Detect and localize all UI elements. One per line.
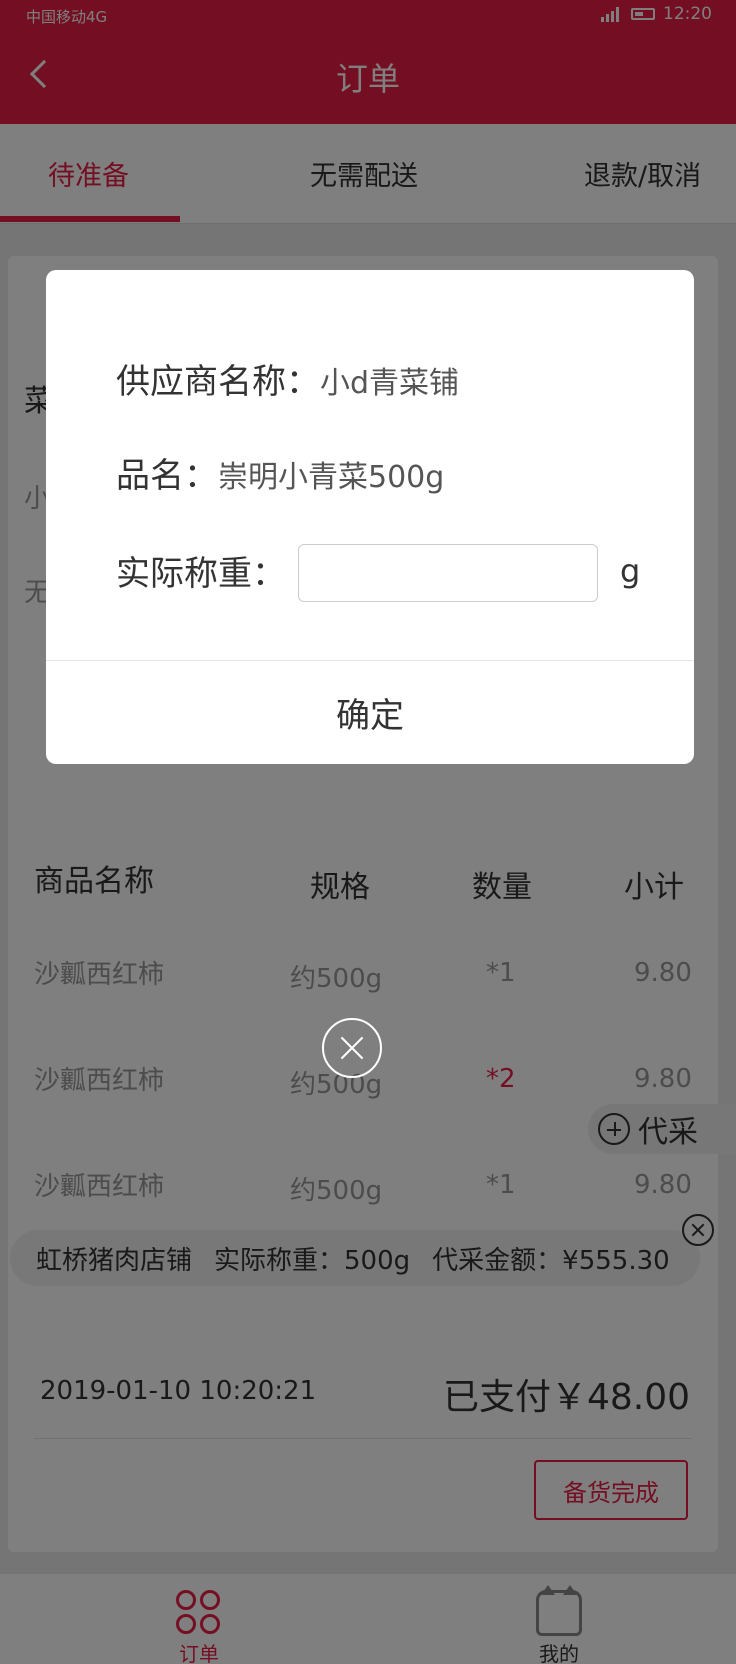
weight-input[interactable] <box>298 544 598 602</box>
product-row: 品名：崇明小青菜500g <box>116 448 444 497</box>
supplier-row: 供应商名称：小d青菜铺 <box>116 354 459 403</box>
confirm-button[interactable]: 确定 <box>46 661 694 764</box>
weight-dialog: 供应商名称：小d青菜铺 品名：崇明小青菜500g 实际称重： g 确定 <box>46 270 694 764</box>
weight-label: 实际称重： <box>116 554 286 594</box>
supplier-value: 小d青菜铺 <box>320 366 460 401</box>
modal-overlay[interactable] <box>0 0 736 1664</box>
weight-unit: g <box>620 552 641 590</box>
supplier-label: 供应商名称： <box>116 362 320 402</box>
dialog-close-icon[interactable] <box>322 1018 382 1078</box>
product-label: 品名： <box>116 456 218 496</box>
product-value: 崇明小青菜500g <box>218 460 445 495</box>
